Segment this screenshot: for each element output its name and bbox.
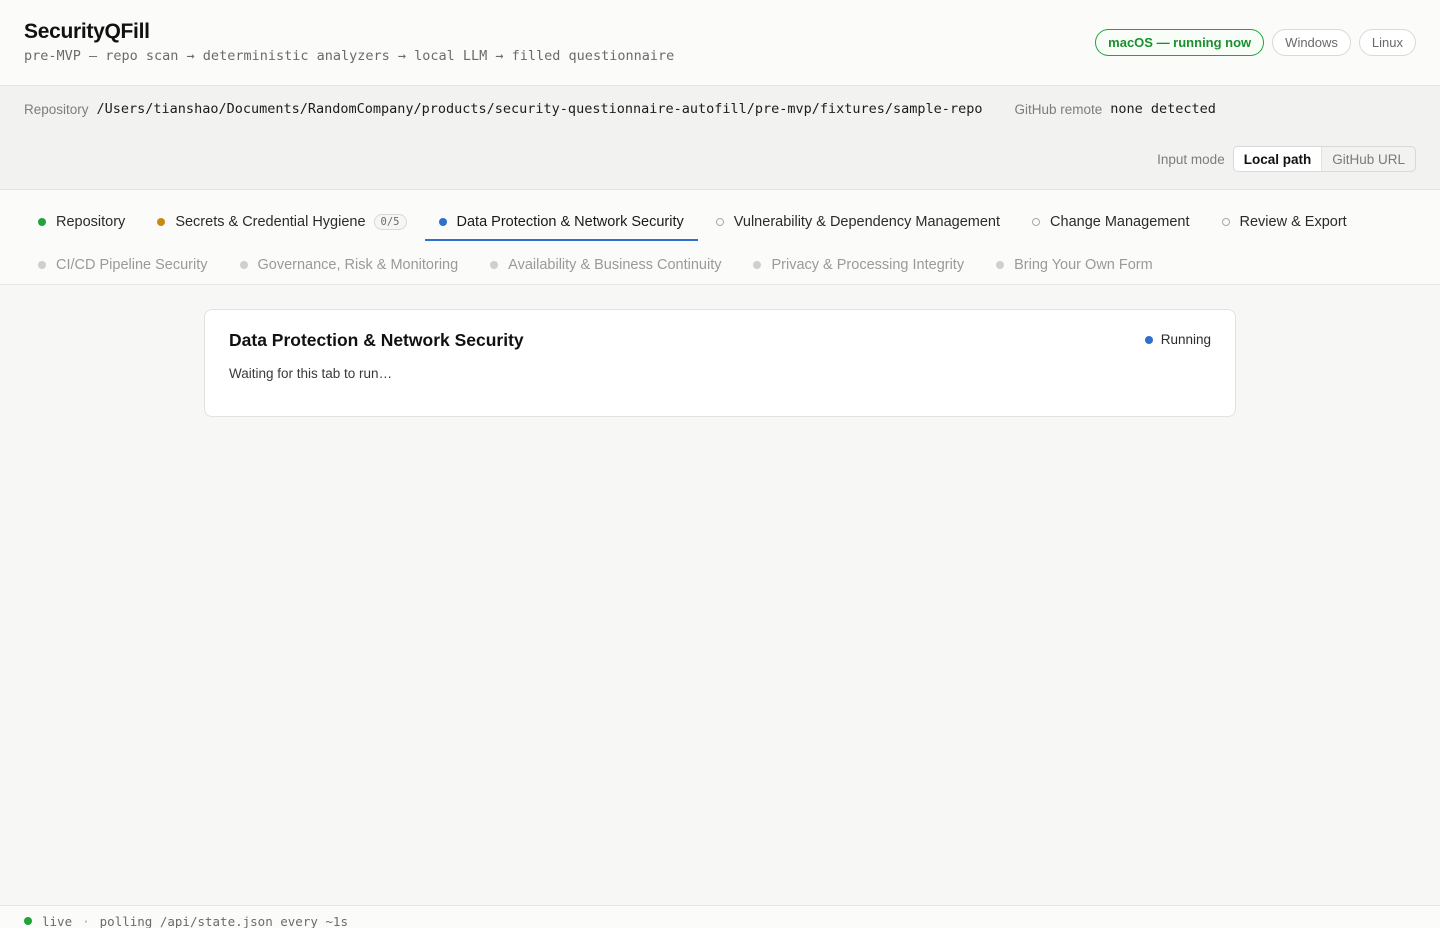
input-mode: Input mode Local path GitHub URL (1157, 146, 1416, 172)
status-dot-icon (996, 260, 1005, 269)
input-mode-label: Input mode (1157, 151, 1225, 167)
tab-label: Secrets & Credential Hygiene (175, 213, 366, 230)
section-title: Data Protection & Network Security (229, 330, 524, 350)
tab-data-protection-network-security[interactable]: Data Protection & Network Security (424, 202, 699, 241)
status-dot-icon (157, 217, 166, 226)
status-dot-icon (239, 260, 248, 269)
tab-label: Vulnerability & Dependency Management (733, 213, 1001, 230)
footer-separator: · (82, 914, 90, 928)
tab-repository[interactable]: Repository (24, 202, 139, 241)
os-selector: macOS — running now Windows Linux (1095, 29, 1416, 56)
tab-label: Data Protection & Network Security (456, 213, 684, 230)
tab-bring-your-own-form[interactable]: Bring Your Own Form (982, 245, 1167, 284)
os-pill-macos[interactable]: macOS — running now (1095, 29, 1265, 56)
status-dot-icon (438, 217, 447, 226)
tab-label: Review & Export (1239, 213, 1347, 230)
tab-label: CI/CD Pipeline Security (56, 256, 208, 273)
repository-path: /Users/tianshao/Documents/RandomCompany/… (96, 101, 983, 117)
input-mode-github-url[interactable]: GitHub URL (1322, 147, 1415, 171)
tab-label: Repository (56, 213, 126, 230)
tab-label: Bring Your Own Form (1014, 256, 1153, 273)
app-header: SecurityQFill pre-MVP — repo scan → dete… (0, 0, 1440, 86)
tab-label: Privacy & Processing Integrity (771, 256, 965, 273)
tab-row-primary: Repository Secrets & Credential Hygiene … (24, 202, 1416, 241)
run-status-label: Running (1160, 332, 1211, 347)
tab-label: Availability & Business Continuity (508, 256, 722, 273)
tab-review-export[interactable]: Review & Export (1208, 202, 1361, 241)
polling-info: polling /api/state.json every ~1s (99, 914, 348, 928)
tab-availability-business-continuity[interactable]: Availability & Business Continuity (476, 245, 735, 284)
tab-cicd-pipeline-security[interactable]: CI/CD Pipeline Security (24, 245, 222, 284)
status-dot-icon (490, 260, 499, 269)
tab-secrets-credential-hygiene[interactable]: Secrets & Credential Hygiene 0/5 (143, 202, 420, 241)
live-label: live (42, 914, 73, 928)
status-dot-icon (1032, 217, 1041, 226)
live-indicator-icon (24, 917, 32, 925)
github-remote-label: GitHub remote (1014, 101, 1103, 117)
repository-label: Repository (24, 101, 89, 117)
section-message: Waiting for this tab to run… (229, 366, 393, 381)
tab-change-management[interactable]: Change Management (1018, 202, 1203, 241)
section-card: Data Protection & Network Security Runni… (204, 309, 1236, 417)
os-pill-linux[interactable]: Linux (1358, 29, 1416, 56)
status-dot-icon (1221, 217, 1230, 226)
status-footer: live · polling /api/state.json every ~1s (0, 905, 1440, 928)
tab-privacy-processing-integrity[interactable]: Privacy & Processing Integrity (739, 245, 978, 284)
tab-row-secondary: CI/CD Pipeline Security Governance, Risk… (24, 245, 1416, 284)
status-dot-icon (1144, 335, 1153, 344)
status-dot-icon (38, 217, 46, 226)
input-mode-toggle: Local path GitHub URL (1232, 146, 1416, 172)
run-status: Running (1144, 332, 1211, 347)
section-tabs: Repository Secrets & Credential Hygiene … (0, 190, 1440, 285)
tab-label: Governance, Risk & Monitoring (257, 256, 459, 273)
status-dot-icon (753, 260, 762, 269)
os-pill-windows[interactable]: Windows (1272, 29, 1351, 56)
tab-governance-risk-monitoring[interactable]: Governance, Risk & Monitoring (226, 245, 473, 284)
github-remote-value: none detected (1110, 101, 1216, 117)
repository-bar: Repository /Users/tianshao/Documents/Ran… (0, 86, 1440, 190)
progress-badge: 0/5 (373, 213, 407, 230)
tab-vulnerability-dependency-management[interactable]: Vulnerability & Dependency Management (702, 202, 1014, 241)
input-mode-local-path[interactable]: Local path (1233, 147, 1323, 171)
status-dot-icon (38, 260, 46, 269)
repository-info: Repository /Users/tianshao/Documents/Ran… (24, 101, 1416, 117)
status-dot-icon (715, 217, 724, 226)
tab-label: Change Management (1050, 213, 1190, 230)
